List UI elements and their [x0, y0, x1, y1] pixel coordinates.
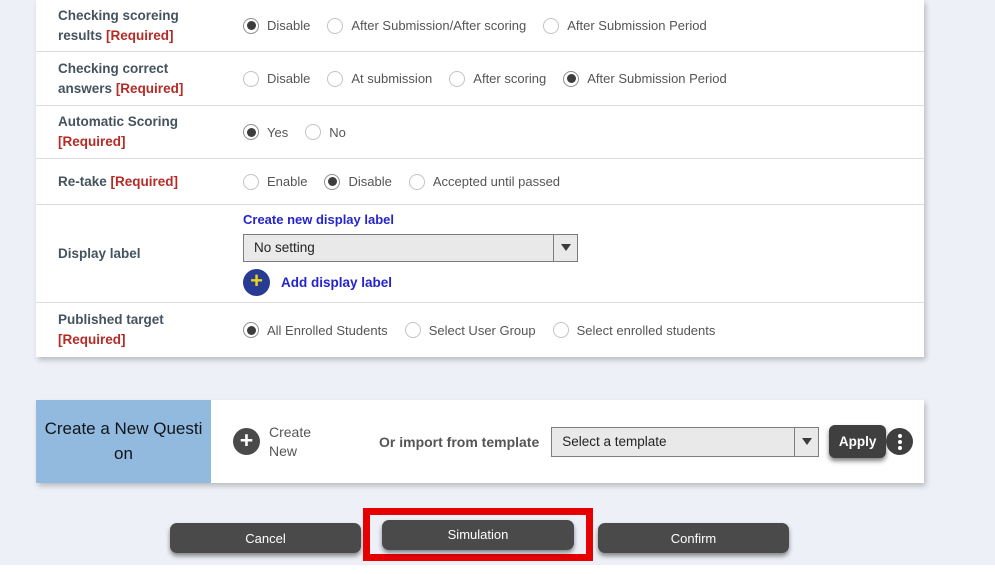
required-badge: [Required] — [116, 81, 184, 96]
required-badge: [Required] — [111, 174, 179, 189]
radio-group-published-target: All Enrolled Students Select User Group Se… — [243, 322, 715, 338]
display-label-dropdown-value: No setting — [244, 235, 553, 261]
simulation-button[interactable]: Simulation — [382, 520, 574, 550]
cancel-button[interactable]: Cancel — [170, 523, 361, 553]
radio-option-label: After Submission/After scoring — [351, 18, 526, 33]
create-new-button[interactable]: + Create New — [233, 423, 323, 459]
radio-unselected-icon[interactable] — [543, 18, 559, 34]
radio-option[interactable]: Yes — [243, 124, 288, 140]
radio-option-label: Yes — [267, 125, 288, 140]
dropdown-arrow-button[interactable] — [553, 235, 577, 261]
radio-option-label: Select User Group — [429, 323, 536, 338]
radio-unselected-icon[interactable] — [405, 322, 421, 338]
radio-option[interactable]: After scoring — [449, 71, 546, 87]
radio-option[interactable]: At submission — [327, 71, 432, 87]
radio-option-label: Disable — [267, 71, 310, 86]
radio-unselected-icon[interactable] — [409, 174, 425, 190]
radio-unselected-icon[interactable] — [327, 71, 343, 87]
form-row-checking-scoring-results: Checking scoreing results [Required] Dis… — [36, 0, 924, 52]
chevron-down-icon — [561, 244, 571, 251]
create-new-display-label-link[interactable]: Create new display label — [243, 212, 578, 227]
form-row-automatic-scoring: Automatic Scoring [Required] Yes No — [36, 106, 924, 159]
dropdown-arrow-button[interactable] — [794, 428, 818, 456]
display-label-content: Create new display label No setting + Ad… — [243, 212, 578, 296]
radio-option[interactable]: Select enrolled students — [553, 322, 716, 338]
radio-option-label: After Submission Period — [567, 18, 706, 33]
simulation-highlight-frame: Simulation — [363, 508, 593, 561]
radio-option-label: After Submission Period — [587, 71, 726, 86]
radio-unselected-icon[interactable] — [305, 124, 321, 140]
radio-group-retake: Enable Disable Accepted until passed — [243, 174, 560, 190]
radio-option[interactable]: After Submission Period — [543, 18, 706, 34]
radio-selected-icon[interactable] — [563, 71, 579, 87]
row-label: Display label — [58, 244, 243, 264]
radio-option[interactable]: Select User Group — [405, 322, 536, 338]
radio-unselected-icon[interactable] — [553, 322, 569, 338]
row-label-text: Re-take — [58, 174, 107, 189]
form-row-display-label: Display label Create new display label N… — [36, 205, 924, 303]
radio-option[interactable]: Enable — [243, 174, 307, 190]
section-header-create-a-new-question: Create a New Question — [36, 400, 211, 483]
bottom-strip — [0, 565, 995, 574]
radio-option[interactable]: Disable — [243, 71, 310, 87]
radio-option[interactable]: Disable — [243, 18, 310, 34]
display-label-dropdown[interactable]: No setting — [243, 234, 578, 262]
radio-option[interactable]: Accepted until passed — [409, 174, 560, 190]
radio-group-checking-scoring-results: Disable After Submission/After scoring Aft… — [243, 18, 707, 34]
radio-option-label: At submission — [351, 71, 432, 86]
radio-selected-icon[interactable] — [243, 18, 259, 34]
plus-icon: + — [243, 269, 270, 296]
apply-button[interactable]: Apply — [829, 425, 886, 458]
plus-icon: + — [233, 428, 260, 455]
create-new-label: Create New — [269, 423, 323, 459]
radio-option-label: All Enrolled Students — [267, 323, 388, 338]
row-label-text: Automatic Scoring — [58, 114, 178, 129]
radio-unselected-icon[interactable] — [449, 71, 465, 87]
radio-selected-icon[interactable] — [243, 124, 259, 140]
add-display-label-button[interactable]: + Add display label — [243, 269, 578, 296]
form-row-checking-correct-answers: Checking correct answers [Required] Disa… — [36, 52, 924, 106]
kebab-menu-icon[interactable] — [886, 428, 913, 455]
form-row-retake: Re-take [Required] Enable Disable Accepted… — [36, 159, 924, 205]
radio-option-label: Disable — [267, 18, 310, 33]
radio-group-automatic-scoring: Yes No — [243, 124, 346, 140]
radio-option-label: Select enrolled students — [577, 323, 716, 338]
radio-option[interactable]: After Submission/After scoring — [327, 18, 526, 34]
radio-selected-icon[interactable] — [324, 174, 340, 190]
row-label: Checking scoreing results [Required] — [58, 6, 243, 45]
radio-option[interactable]: After Submission Period — [563, 71, 726, 87]
add-display-label-text: Add display label — [281, 275, 392, 290]
row-label: Published target [Required] — [58, 310, 243, 349]
create-question-section: Create a New Question + Create New Or im… — [36, 400, 924, 483]
radio-option[interactable]: All Enrolled Students — [243, 322, 388, 338]
row-label: Checking correct answers [Required] — [58, 59, 243, 98]
radio-option-label: Accepted until passed — [433, 174, 560, 189]
radio-unselected-icon[interactable] — [243, 174, 259, 190]
required-badge: [Required] — [58, 332, 126, 347]
form-row-published-target: Published target [Required] All Enrolled… — [36, 303, 924, 357]
chevron-down-icon — [802, 438, 812, 445]
settings-form-panel: Checking scoreing results [Required] Dis… — [36, 0, 924, 357]
template-dropdown-value: Select a template — [552, 428, 794, 456]
row-label-text: Display label — [58, 246, 141, 261]
radio-option-label: Enable — [267, 174, 307, 189]
row-label: Automatic Scoring [Required] — [58, 112, 243, 151]
confirm-button[interactable]: Confirm — [598, 523, 789, 553]
radio-option-label: After scoring — [473, 71, 546, 86]
radio-option[interactable]: Disable — [324, 174, 391, 190]
row-label: Re-take [Required] — [58, 172, 243, 192]
radio-unselected-icon[interactable] — [243, 71, 259, 87]
radio-option[interactable]: No — [305, 124, 346, 140]
template-dropdown[interactable]: Select a template — [551, 427, 819, 457]
radio-unselected-icon[interactable] — [327, 18, 343, 34]
row-label-text: Published target — [58, 312, 164, 327]
required-badge: [Required] — [106, 28, 174, 43]
radio-group-checking-correct-answers: Disable At submission After scoring After S… — [243, 71, 727, 87]
radio-option-label: No — [329, 125, 346, 140]
import-from-template-label: Or import from template — [379, 434, 539, 450]
radio-selected-icon[interactable] — [243, 322, 259, 338]
radio-option-label: Disable — [348, 174, 391, 189]
required-badge: [Required] — [58, 134, 126, 149]
